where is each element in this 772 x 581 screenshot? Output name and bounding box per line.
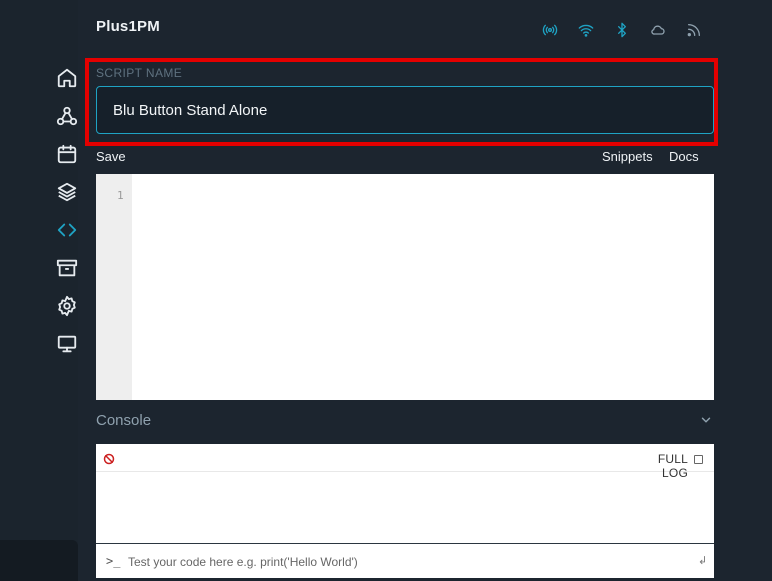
monitor-icon [57,335,77,353]
sidebar-item-schedules[interactable] [55,142,79,166]
enter-icon[interactable]: ↲ [698,554,707,567]
radio-icon [540,20,560,40]
script-name-label: SCRIPT NAME [96,66,183,80]
calendar-icon [57,144,77,164]
console-input[interactable] [126,548,690,576]
prompt-icon: >_ [106,554,121,568]
home-icon [57,68,77,88]
console-toolbar: FULL LOG [96,444,714,480]
sidebar-item-archive[interactable] [55,256,79,280]
save-button[interactable]: Save [96,149,126,164]
full-log-checkbox[interactable] [694,455,703,464]
console-title: Console [96,412,152,429]
sidebar-item-device[interactable] [55,332,79,356]
sidebar-item-scripts[interactable] [55,218,79,242]
console-toggle[interactable] [699,413,713,427]
console-panel: FULL LOG [96,444,714,543]
sidebar [55,66,81,370]
line-number: 1 [117,189,124,202]
code-icon [57,223,77,237]
cloud-icon [648,20,668,40]
sidebar-item-settings[interactable] [55,294,79,318]
clear-console-icon[interactable] [103,453,115,465]
docs-link[interactable]: Docs [669,149,699,164]
app-title: Plus1PM [96,18,160,35]
status-icons [540,20,704,40]
console-input-bar: >_ ↲ [96,543,714,578]
archive-icon [56,259,78,277]
code-editor[interactable]: 1 [96,174,714,400]
snippets-link[interactable]: Snippets [602,149,653,164]
layers-icon [57,182,77,202]
window-corner [0,540,78,581]
gear-icon [58,295,76,317]
rss-icon [684,20,704,40]
wifi-icon [576,20,596,40]
script-name-input[interactable] [96,86,714,134]
line-number-gutter: 1 [96,174,132,400]
webhook-icon [56,106,78,126]
bluetooth-icon [612,20,632,40]
sidebar-item-home[interactable] [55,66,79,90]
sidebar-item-webhooks[interactable] [55,104,79,128]
full-log-label: FULL LOG [657,452,688,480]
sidebar-item-scenes[interactable] [55,180,79,204]
chevron-down-icon [701,417,711,423]
